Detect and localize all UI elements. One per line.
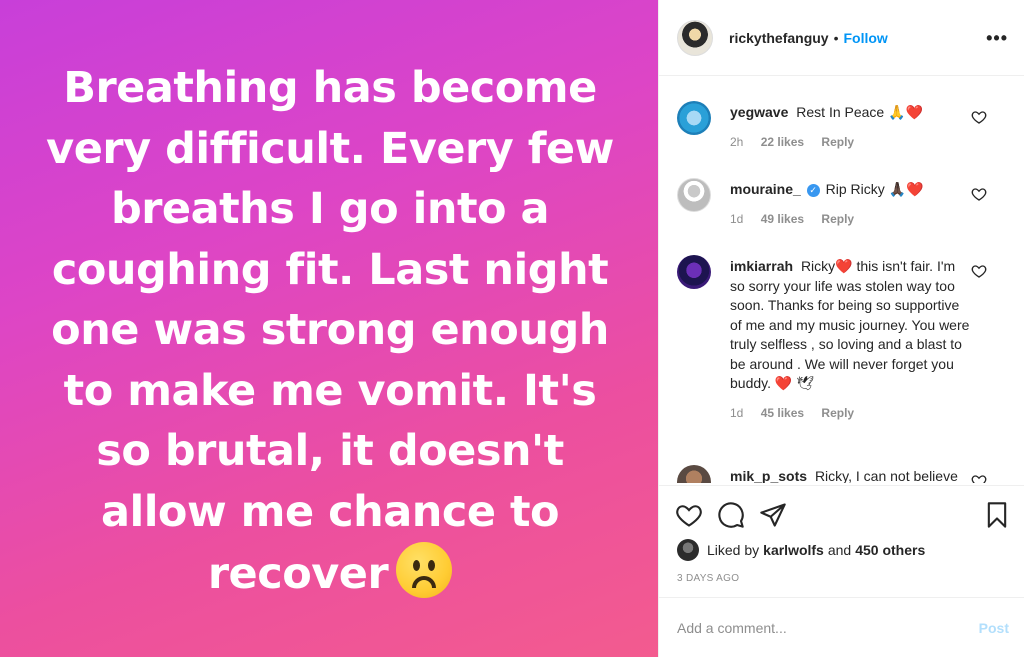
story-line: very difficult. Every few [46, 123, 614, 174]
liked-by-others[interactable]: 450 others [855, 542, 925, 558]
comment-body: mouraine_ ✓ Rip Ricky 🙏🏿❤️ 1d 49 likes R… [730, 178, 970, 229]
like-heart-icon[interactable] [675, 501, 703, 529]
story-line: one was strong enough [51, 305, 609, 355]
share-paper-plane-icon[interactable] [759, 501, 787, 529]
post-actions: Liked by karlwolfs and 450 others 3 DAYS… [659, 485, 1024, 597]
comment-like-heart-icon[interactable] [971, 186, 987, 202]
reply-button[interactable]: Reply [821, 135, 854, 149]
comment-body: yegwave Rest In Peace 🙏❤️ 2h 22 likes Re… [730, 101, 970, 152]
story-line-last: recover [12, 542, 648, 605]
liked-by-user[interactable]: karlwolfs [763, 542, 824, 558]
comment-meta: 2h 22 likes Reply [730, 133, 970, 153]
liker-avatar[interactable] [677, 539, 699, 561]
add-comment-bar: Post [659, 597, 1024, 657]
comment-time[interactable]: 2h [730, 135, 743, 149]
comment-text: Rest In Peace 🙏❤️ [796, 104, 923, 120]
liked-by-prefix: Liked by [707, 542, 760, 558]
comment-item: mouraine_ ✓ Rip Ricky 🙏🏿❤️ 1d 49 likes R… [677, 178, 1017, 229]
comment-body: mik_p_sots Ricky, I can not believe [730, 465, 970, 483]
commenter-avatar[interactable] [677, 178, 711, 212]
comment-meta: 1d 49 likes Reply [730, 210, 970, 230]
commenter-username[interactable]: yegwave [730, 104, 788, 120]
comment-likes[interactable]: 49 likes [761, 212, 804, 226]
liked-by-and: and [827, 542, 852, 558]
story-line: to make me vomit. It's [63, 365, 597, 416]
post-image[interactable]: Breathing has become very difficult. Eve… [0, 0, 658, 657]
comment-time[interactable]: 1d [730, 406, 743, 420]
commenter-username[interactable]: mouraine_ [730, 181, 801, 197]
comment-item: imkiarrah Ricky❤️ this isn't fair. I'm s… [677, 255, 1017, 423]
post-header: rickythefanguy • Follow ••• [659, 0, 1024, 76]
action-icons [675, 500, 1011, 530]
comment-body: imkiarrah Ricky❤️ this isn't fair. I'm s… [730, 255, 970, 423]
comment-text: Rip Ricky 🙏🏿❤️ [825, 181, 924, 197]
story-line: Breathing has become [63, 63, 597, 113]
comment-text: Ricky, I can not believe [814, 468, 958, 483]
author-avatar[interactable] [677, 19, 713, 56]
verified-badge-icon: ✓ [806, 184, 820, 197]
commenter-avatar[interactable] [677, 101, 711, 135]
comments-list[interactable]: yegwave Rest In Peace 🙏❤️ 2h 22 likes Re… [659, 77, 1024, 483]
save-bookmark-icon[interactable] [983, 501, 1011, 529]
post-sidebar: rickythefanguy • Follow ••• yegwave Rest… [658, 0, 1024, 657]
story-line: allow me chance to [100, 486, 560, 537]
reply-button[interactable]: Reply [821, 406, 854, 420]
comment-item: yegwave Rest In Peace 🙏❤️ 2h 22 likes Re… [677, 101, 1017, 152]
commenter-username[interactable]: imkiarrah [730, 258, 793, 274]
add-comment-input[interactable] [677, 619, 979, 636]
comment-text: Ricky❤️ this isn't fair. I'm so sorry yo… [730, 258, 970, 391]
author-username[interactable]: rickythefanguy [729, 30, 829, 46]
commenter-avatar[interactable] [677, 255, 711, 289]
sad-face-emoji-icon [396, 542, 453, 598]
comment-like-heart-icon[interactable] [971, 109, 987, 125]
separator-dot: • [833, 29, 839, 46]
comment-likes[interactable]: 22 likes [761, 135, 804, 149]
follow-button[interactable]: Follow [844, 30, 888, 46]
comment-likes[interactable]: 45 likes [761, 406, 804, 420]
comment-meta: 1d 45 likes Reply [730, 404, 970, 424]
commenter-avatar[interactable] [677, 465, 711, 483]
post-comment-button[interactable]: Post [979, 620, 1009, 636]
story-line: recover [207, 549, 389, 599]
story-line: coughing fit. Last night [51, 244, 609, 295]
comment-item: mik_p_sots Ricky, I can not believe [677, 465, 1017, 483]
story-text: Breathing has become very difficult. Eve… [12, 58, 648, 605]
story-line: breaths I go into a [110, 184, 550, 234]
liked-by: Liked by karlwolfs and 450 others [677, 539, 929, 561]
commenter-username[interactable]: mik_p_sots [730, 468, 807, 483]
comment-like-heart-icon[interactable] [971, 473, 987, 483]
story-line: so brutal, it doesn't [96, 426, 564, 476]
post-date[interactable]: 3 DAYS AGO [677, 573, 739, 584]
more-options-icon[interactable]: ••• [986, 29, 1008, 47]
comment-bubble-icon[interactable] [717, 501, 745, 529]
comment-time[interactable]: 1d [730, 212, 743, 226]
reply-button[interactable]: Reply [821, 212, 854, 226]
comment-like-heart-icon[interactable] [971, 263, 987, 279]
